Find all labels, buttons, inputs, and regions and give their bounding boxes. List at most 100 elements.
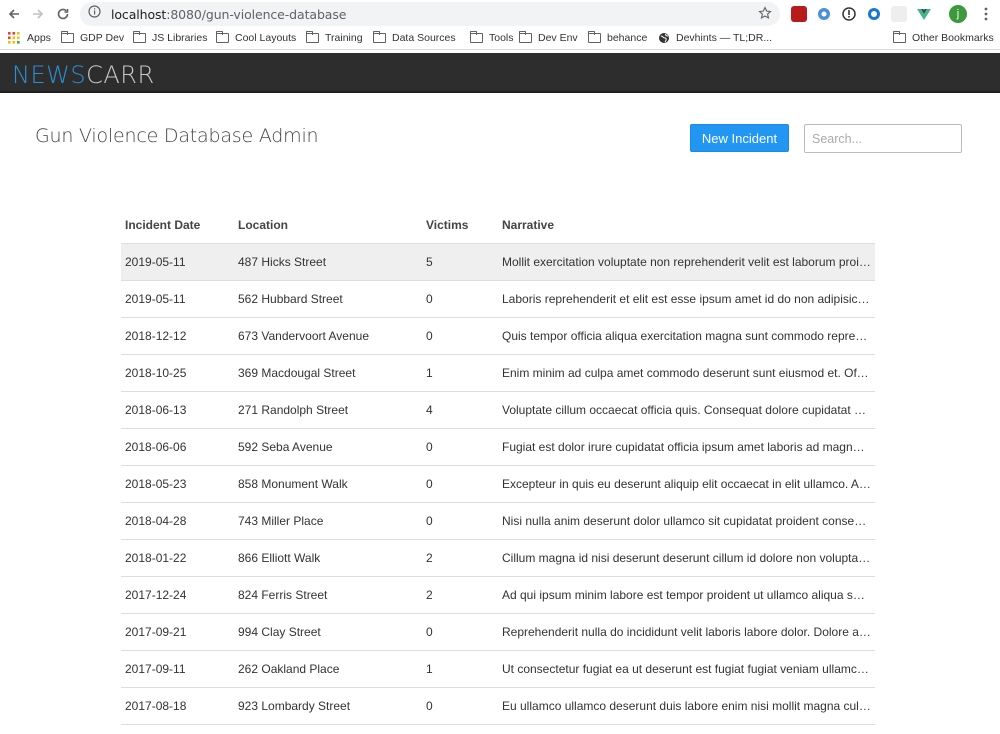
search-input[interactable] xyxy=(804,124,962,153)
cell-narrative: Ad qui ipsum minim labore est tempor pro… xyxy=(502,588,875,602)
reload-icon[interactable] xyxy=(55,6,71,22)
bookmark-devhints-tl-dr[interactable]: Devhints — TL;DR... xyxy=(658,32,772,44)
table-row[interactable]: 2018-06-06 592 Seba Avenue 0 Fugiat est dol… xyxy=(121,429,875,466)
folder-icon xyxy=(470,31,483,43)
folder-icon xyxy=(133,31,146,43)
folder-icon xyxy=(216,31,229,43)
bookmark-star-icon[interactable] xyxy=(758,6,772,25)
cell-location: 262 Oakland Place xyxy=(238,662,340,676)
cell-location: 866 Elliott Walk xyxy=(238,551,321,565)
bookmark-label: Tools xyxy=(489,32,514,44)
bookmark-label: Other Bookmarks xyxy=(912,32,994,44)
table-row[interactable]: 2017-09-11 262 Oakland Place 1 Ut consectet… xyxy=(121,651,875,688)
cell-location: 858 Monument Walk xyxy=(238,477,348,491)
back-icon[interactable] xyxy=(6,6,22,22)
cell-incident-date: 2019-05-11 xyxy=(125,255,186,269)
ublock-extension-icon[interactable] xyxy=(791,6,807,22)
cell-incident-date: 2018-06-13 xyxy=(125,403,187,417)
bookmark-label: Apps xyxy=(27,32,51,44)
folder-icon xyxy=(893,31,906,43)
table-row[interactable]: 2018-01-22 866 Elliott Walk 2 Cillum magna … xyxy=(121,540,875,577)
cell-incident-date: 2018-04-28 xyxy=(125,514,187,528)
cell-incident-date: 2017-12-24 xyxy=(125,588,187,602)
cell-victims: 2 xyxy=(426,588,433,602)
bookmark-label: Data Sources xyxy=(392,32,456,44)
cell-victims: 0 xyxy=(426,329,433,343)
bookmark-label: Dev Env xyxy=(538,32,578,44)
bookmark-js-libraries[interactable]: JS Libraries xyxy=(133,31,208,44)
cell-incident-date: 2018-12-12 xyxy=(125,329,187,343)
table-row[interactable]: 2019-05-11 562 Hubbard Street 0 Laboris rep… xyxy=(121,281,875,318)
table-body: 2019-05-11 487 Hicks Street 5 Mollit exerci… xyxy=(121,244,875,725)
bookmark-cool-layouts[interactable]: Cool Layouts xyxy=(216,31,297,44)
bookmark-training[interactable]: Training xyxy=(306,31,363,44)
cell-location: 994 Clay Street xyxy=(238,625,321,639)
table-row[interactable]: 2018-04-28 743 Miller Place 0 Nisi nulla an… xyxy=(121,503,875,540)
apps-grid-icon xyxy=(8,32,20,44)
table-row[interactable]: 2018-06-13 271 Randolph Street 4 Voluptate … xyxy=(121,392,875,429)
logo-carr: CARR xyxy=(86,61,155,89)
table-row[interactable]: 2019-05-11 487 Hicks Street 5 Mollit exerci… xyxy=(121,244,875,281)
column-header-narrative[interactable]: Narrative xyxy=(502,218,875,232)
folder-icon xyxy=(588,31,601,43)
bookmark-other-bookmarks[interactable]: Other Bookmarks xyxy=(893,31,994,44)
cell-narrative: Ut consectetur fugiat ea ut deserunt est… xyxy=(502,662,875,676)
cell-victims: 0 xyxy=(426,625,433,639)
cell-narrative: Fugiat est dolor irure cupidatat officia… xyxy=(502,440,875,454)
cell-location: 743 Miller Place xyxy=(238,514,324,528)
cell-narrative: Excepteur in quis eu deserunt aliquip el… xyxy=(502,477,875,491)
bookmark-tools[interactable]: Tools xyxy=(470,31,514,44)
bookmark-data-sources[interactable]: Data Sources xyxy=(373,31,456,44)
table-row[interactable]: 2018-12-12 673 Vandervoort Avenue 0 Quis te… xyxy=(121,318,875,355)
bookmark-behance[interactable]: behance xyxy=(588,31,647,44)
globe-icon xyxy=(658,32,670,44)
cell-narrative: Cillum magna id nisi deserunt deserunt c… xyxy=(502,551,875,565)
extension-icon[interactable] xyxy=(816,6,832,22)
info-icon[interactable] xyxy=(88,5,101,23)
table-row[interactable]: 2017-09-21 994 Clay Street 0 Reprehenderit … xyxy=(121,614,875,651)
cell-victims: 1 xyxy=(426,366,433,380)
info-extension-icon[interactable] xyxy=(841,6,857,22)
bookmark-gdp-dev[interactable]: GDP Dev xyxy=(61,31,125,44)
logo[interactable]: NEWSCARR xyxy=(12,61,155,89)
bookmark-apps[interactable]: Apps xyxy=(8,32,51,44)
column-header-incident-date[interactable]: Incident Date xyxy=(121,218,238,232)
column-header-location[interactable]: Location xyxy=(238,218,426,232)
address-bar[interactable]: localhost:8080/gun-violence-database xyxy=(80,2,780,26)
ring-extension-icon[interactable] xyxy=(866,6,882,22)
bookmark-label: JS Libraries xyxy=(152,32,208,44)
folder-icon xyxy=(61,31,74,43)
cell-incident-date: 2017-09-11 xyxy=(125,662,186,676)
cell-victims: 0 xyxy=(426,699,433,713)
cell-narrative: Quis tempor officia aliqua exercitation … xyxy=(502,329,875,343)
cell-victims: 4 xyxy=(426,403,433,417)
bookmarks-bar: Apps GDP Dev JS Libraries Cool Layouts Train… xyxy=(0,28,1000,50)
table-row[interactable]: 2018-10-25 369 Macdougal Street 1 Enim mini… xyxy=(121,355,875,392)
menu-icon[interactable] xyxy=(978,6,994,22)
cell-narrative: Reprehenderit nulla do incididunt velit … xyxy=(502,625,875,639)
cell-narrative: Nisi nulla anim deserunt dolor ullamco s… xyxy=(502,514,875,528)
cell-location: 271 Randolph Street xyxy=(238,403,349,417)
cell-victims: 0 xyxy=(426,292,433,306)
cell-incident-date: 2017-09-21 xyxy=(125,625,187,639)
table-header: Incident Date Location Victims Narrative xyxy=(121,206,875,244)
cell-narrative: Eu ullamco ullamco deserunt duis labore … xyxy=(502,699,875,713)
table-row[interactable]: 2017-12-24 824 Ferris Street 2 Ad qui ipsum… xyxy=(121,577,875,614)
bookmark-label: GDP Dev xyxy=(80,32,125,44)
bookmark-label: Cool Layouts xyxy=(235,32,297,44)
table-row[interactable]: 2018-05-23 858 Monument Walk 0 Excepteur in… xyxy=(121,466,875,503)
cell-location: 562 Hubbard Street xyxy=(238,292,343,306)
browser-toolbar: localhost:8080/gun-violence-database j xyxy=(0,0,1000,28)
vue-devtools-icon[interactable] xyxy=(916,6,932,22)
bookmark-dev-env[interactable]: Dev Env xyxy=(519,31,578,44)
column-header-victims[interactable]: Victims xyxy=(426,218,502,232)
profile-avatar[interactable]: j xyxy=(949,5,967,23)
folder-icon xyxy=(306,31,319,43)
blank-extension-icon[interactable] xyxy=(891,6,907,22)
forward-icon[interactable] xyxy=(30,6,46,22)
cell-victims: 2 xyxy=(426,551,433,565)
cell-location: 923 Lombardy Street xyxy=(238,699,351,713)
cell-incident-date: 2018-01-22 xyxy=(125,551,187,565)
table-row[interactable]: 2017-08-18 923 Lombardy Street 0 Eu ullamco… xyxy=(121,688,875,725)
new-incident-button[interactable]: New Incident xyxy=(690,124,789,152)
